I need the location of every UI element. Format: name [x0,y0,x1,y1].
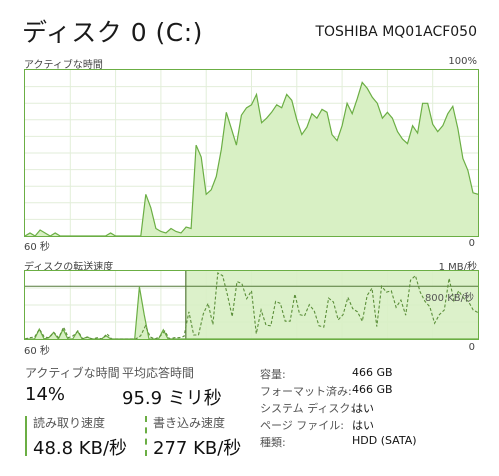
active-time-graph-max: 100% [448,56,477,67]
write-speed-label: 書き込み速度 [153,416,226,430]
transfer-graph-end-label: 0 [468,342,475,353]
write-speed-value: 277 KB/秒 [153,438,242,459]
transfer-marker-label: 800 KB/秒 [424,293,474,304]
formatted-value: 466 GB [352,383,393,396]
type-value: HDD (SATA) [352,434,417,447]
read-speed-indicator [25,416,27,456]
transfer-chart [25,271,478,339]
write-speed-indicator [145,416,147,456]
active-time-graph [24,69,479,237]
system-disk-value: はい [352,402,374,415]
system-disk-label: システム ディスク: [260,402,355,415]
device-name: TOSHIBA MQ01ACF050 [315,24,477,40]
avg-response-label: 平均応答時間 [122,366,195,380]
active-time-value: 14% [25,384,66,405]
formatted-label: フォーマット済み: [260,385,352,398]
page-file-value: はい [352,419,374,432]
active-time-chart [25,70,478,236]
page-file-label: ページ ファイル: [260,419,344,432]
capacity-value: 466 GB [352,366,393,379]
active-time-label: アクティブな時間 [25,366,120,380]
avg-response-value: 95.9 ミリ秒 [122,388,222,409]
transfer-graph: 800 KB/秒 [24,270,479,340]
type-label: 種類: [260,436,286,449]
read-speed-value: 48.8 KB/秒 [33,438,128,459]
transfer-graph-time-label: 60 秒 [24,346,50,357]
active-time-graph-end-label: 0 [468,238,475,249]
active-time-graph-time-label: 60 秒 [24,242,50,253]
capacity-label: 容量: [260,368,286,381]
read-speed-label: 読み取り速度 [33,416,106,430]
page-title: ディスク 0 (C:) [22,18,203,47]
